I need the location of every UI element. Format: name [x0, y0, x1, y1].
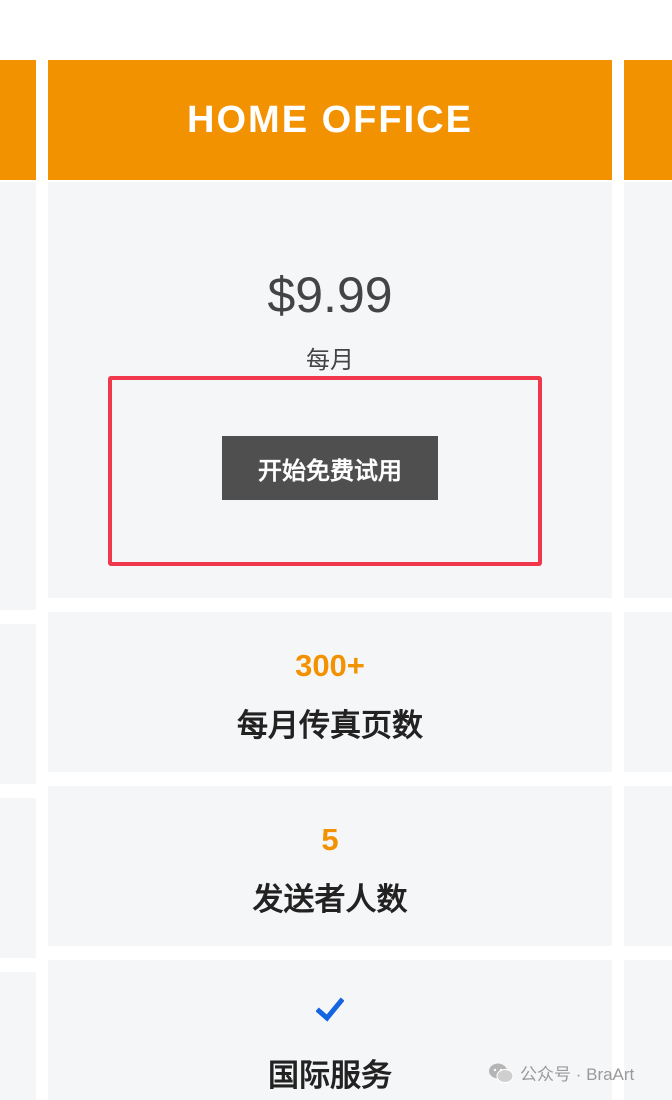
watermark-text: 公众号 · BraArt — [520, 1065, 635, 1084]
left-price-cell-fragment — [0, 182, 36, 610]
right-price-cell-fragment — [624, 182, 672, 598]
feature-value: 5 — [321, 822, 339, 857]
pricing-page: HOME OFFICE $9.99 每月 开始免费试用 300+ 每月传真页数 … — [0, 0, 672, 1100]
billing-period: 每月 — [306, 347, 354, 374]
right-plan-header-fragment — [624, 60, 672, 180]
plan-title: HOME OFFICE — [187, 98, 473, 141]
watermark: 公众号 · BraArt — [488, 1060, 634, 1085]
feature-label: 每月传真页数 — [237, 708, 423, 743]
right-feature-cell-fragment — [624, 612, 672, 772]
wechat-icon — [489, 1063, 514, 1083]
start-free-trial-button[interactable]: 开始免费试用 — [222, 436, 438, 500]
feature-value: 300+ — [295, 648, 365, 683]
right-feature-cell-fragment — [624, 786, 672, 946]
plan-header: HOME OFFICE — [48, 60, 612, 180]
feature-label: 发送者人数 — [252, 882, 408, 917]
left-feature-cell-fragment — [0, 972, 36, 1100]
left-feature-cell-fragment — [0, 624, 36, 784]
left-feature-cell-fragment — [0, 798, 36, 958]
feature-row-fax-pages: 300+ 每月传真页数 — [48, 612, 612, 772]
plan-price: $9.99 — [267, 267, 393, 323]
left-plan-header-fragment — [0, 60, 36, 180]
feature-row-senders: 5 发送者人数 — [48, 786, 612, 946]
checkmark-icon — [316, 997, 344, 1022]
